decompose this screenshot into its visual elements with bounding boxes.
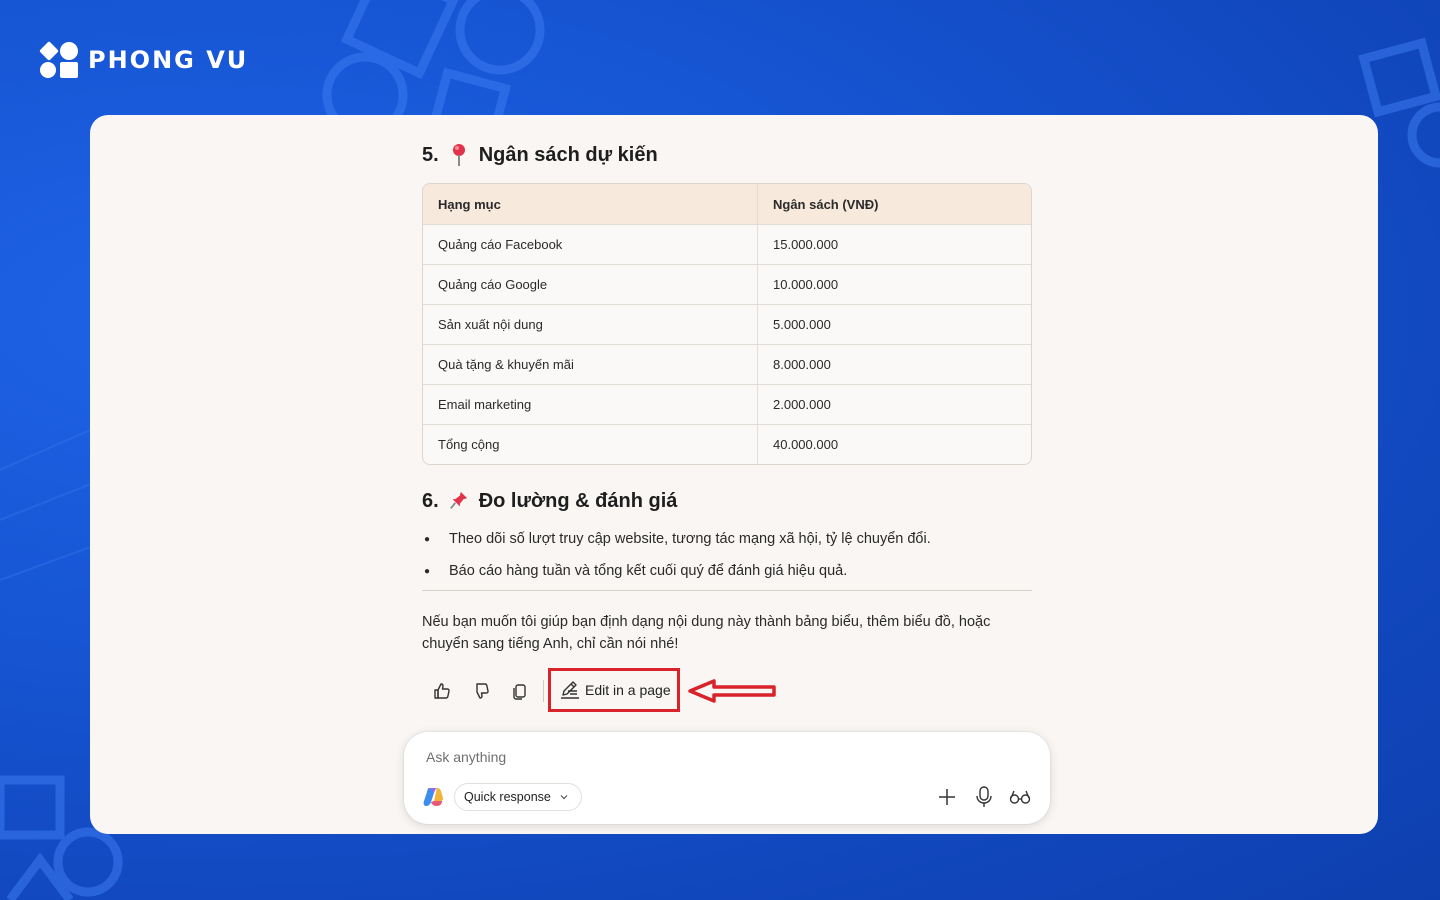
table-cell: 10.000.000 xyxy=(773,277,839,292)
vision-button[interactable] xyxy=(1008,785,1032,809)
table-row: Quảng cáo Google 10.000.000 xyxy=(423,264,1031,304)
budget-table: Hạng mục Ngân sách (VNĐ) Quảng cáo Faceb… xyxy=(422,183,1032,465)
thumbs-down-button[interactable] xyxy=(461,675,500,707)
thumbs-up-button[interactable] xyxy=(422,675,461,707)
list-item-text: Theo dõi số lượt truy cập website, tương… xyxy=(449,531,931,547)
ask-anything-input[interactable] xyxy=(426,746,906,768)
list-item: ● Báo cáo hàng tuần và tổng kết cuối quý… xyxy=(422,555,1032,587)
section-6-number: 6. xyxy=(422,489,439,512)
bullet-dot-icon: ● xyxy=(424,565,431,577)
list-item-text: Báo cáo hàng tuần và tổng kết cuối quý đ… xyxy=(449,563,848,579)
section-6-heading: 6. Đo lường & đánh giá xyxy=(422,487,677,515)
edit-pen-icon xyxy=(561,681,579,699)
chevron-down-icon xyxy=(560,795,568,800)
pushpin-icon xyxy=(449,491,467,509)
chat-card: 5. Ngân sách dự kiến Hạng mục Ngân sách … xyxy=(90,115,1378,834)
table-cell: Quà tặng & khuyến mãi xyxy=(423,345,758,384)
table-cell: Quảng cáo Facebook xyxy=(423,225,758,264)
closing-paragraph: Nếu bạn muốn tôi giúp bạn định dạng nội … xyxy=(422,614,991,652)
add-button[interactable] xyxy=(935,785,959,809)
logo-mark-icon xyxy=(39,40,80,80)
edit-in-page-button[interactable]: Edit in a page xyxy=(548,668,680,712)
glasses-icon xyxy=(1009,790,1031,804)
thumbs-down-icon xyxy=(475,683,489,699)
mode-label: Quick response xyxy=(464,790,551,804)
table-header-category: Hạng mục xyxy=(423,184,758,224)
table-header-row: Hạng mục Ngân sách (VNĐ) xyxy=(423,184,1031,224)
table-cell: 15.000.000 xyxy=(773,237,839,252)
section-5-number: 5. xyxy=(422,143,439,166)
divider xyxy=(422,590,1032,591)
list-item: ● Theo dõi số lượt truy cập website, tươ… xyxy=(422,523,1032,555)
table-header-budget: Ngân sách (VNĐ) xyxy=(773,196,879,212)
section-5-title: Ngân sách dự kiến xyxy=(478,143,658,166)
table-cell: 40.000.000 xyxy=(773,437,839,452)
table-row: Quảng cáo Facebook 15.000.000 xyxy=(423,224,1031,264)
table-row: Sản xuất nội dung 5.000.000 xyxy=(423,304,1031,344)
pushpin-round-icon xyxy=(452,144,465,166)
quick-response-select[interactable]: Quick response xyxy=(454,783,582,811)
table-cell: Tổng cộng xyxy=(423,425,758,464)
plus-icon xyxy=(939,789,955,805)
action-separator xyxy=(543,680,544,702)
thumbs-up-icon xyxy=(433,683,450,699)
bullet-dot-icon: ● xyxy=(424,533,431,545)
table-row: Tổng cộng 40.000.000 xyxy=(423,424,1031,464)
table-cell: 2.000.000 xyxy=(773,397,831,412)
section-6-title: Đo lường & đánh giá xyxy=(478,489,678,512)
copy-icon xyxy=(512,684,526,700)
table-row: Email marketing 2.000.000 xyxy=(423,384,1031,424)
microphone-button[interactable] xyxy=(972,785,996,809)
composer: Quick response xyxy=(404,732,1050,824)
phong-vu-logo: PHONG VU xyxy=(39,40,249,80)
table-cell: 5.000.000 xyxy=(773,317,831,332)
table-row: Quà tặng & khuyến mãi 8.000.000 xyxy=(423,344,1031,384)
red-arrow-icon xyxy=(688,679,776,703)
response-actions: Edit in a page xyxy=(422,668,776,712)
table-cell: Sản xuất nội dung xyxy=(423,305,758,344)
brand-name: PHONG VU xyxy=(88,46,249,74)
table-cell: Quảng cáo Google xyxy=(423,265,758,304)
copy-button[interactable] xyxy=(500,675,539,707)
bullet-list: ● Theo dõi số lượt truy cập website, tươ… xyxy=(422,523,1032,587)
section-5-heading: 5. Ngân sách dự kiến xyxy=(422,141,658,169)
copilot-logo-icon xyxy=(423,788,444,806)
table-cell: Email marketing xyxy=(423,385,758,424)
edit-in-page-label: Edit in a page xyxy=(585,682,671,698)
table-cell: 8.000.000 xyxy=(773,357,831,372)
microphone-icon xyxy=(976,786,992,807)
